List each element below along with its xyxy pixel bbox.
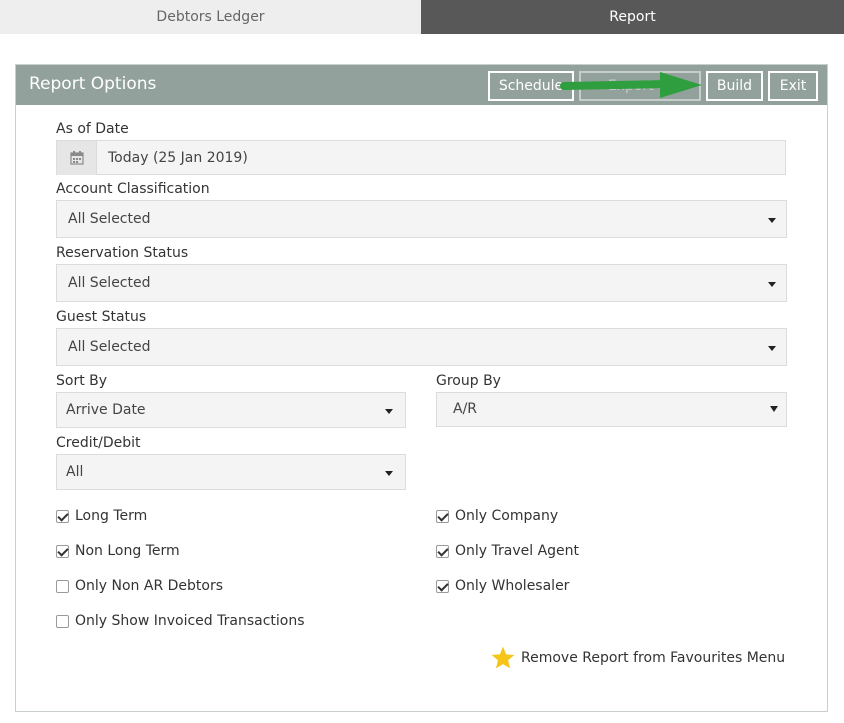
long-term-label: Long Term: [75, 508, 148, 524]
chevron-down-icon: [385, 471, 393, 476]
chevron-down-icon: [768, 218, 776, 223]
as-of-date-value: Today (25 Jan 2019): [108, 150, 248, 166]
sort-by-value: Arrive Date: [66, 402, 146, 418]
only-non-ar-debtors-label: Only Non AR Debtors: [75, 578, 224, 594]
only-show-invoiced-option[interactable]: Only Show Invoiced Transactions: [56, 611, 305, 631]
only-non-ar-debtors-checkbox[interactable]: [56, 579, 69, 593]
non-long-term-option[interactable]: Non Long Term: [56, 541, 180, 561]
only-travel-agent-option[interactable]: Only Travel Agent: [436, 541, 579, 561]
only-wholesaler-label: Only Wholesaler: [455, 578, 570, 594]
build-button[interactable]: Build: [706, 71, 763, 101]
credit-debit-select[interactable]: All: [56, 454, 406, 490]
remove-favourite-label: Remove Report from Favourites Menu: [521, 650, 786, 666]
panel-header: Report Options Schedule Export to Build …: [16, 65, 827, 105]
account-classification-value: All Selected: [68, 211, 151, 227]
guest-status-select[interactable]: All Selected: [56, 328, 787, 366]
only-travel-agent-checkbox[interactable]: [436, 544, 449, 558]
panel-title: Report Options: [29, 74, 157, 94]
group-by-value: A/R: [453, 401, 478, 417]
export-button[interactable]: Export to: [579, 71, 701, 101]
as-of-date-field[interactable]: Today (25 Jan 2019): [56, 140, 786, 175]
only-wholesaler-option[interactable]: Only Wholesaler: [436, 576, 569, 596]
only-travel-agent-label: Only Travel Agent: [455, 543, 580, 559]
sort-by-select[interactable]: Arrive Date: [56, 392, 406, 428]
non-long-term-label: Non Long Term: [75, 543, 180, 559]
as-of-date-label: As of Date: [56, 121, 129, 137]
guest-status-value: All Selected: [68, 339, 151, 355]
tab-bar: Debtors Ledger Report: [0, 0, 844, 34]
reservation-status-label: Reservation Status: [56, 245, 189, 261]
remove-favourite-link[interactable]: Remove Report from Favourites Menu: [490, 645, 785, 671]
calendar-icon[interactable]: [57, 141, 97, 175]
only-show-invoiced-checkbox[interactable]: [56, 614, 69, 628]
chevron-down-icon: [768, 346, 776, 351]
star-icon: [491, 646, 515, 669]
only-wholesaler-checkbox[interactable]: [436, 579, 449, 593]
tab-report[interactable]: Report: [421, 0, 844, 34]
credit-debit-value: All: [66, 464, 84, 480]
non-long-term-checkbox[interactable]: [56, 544, 69, 558]
account-classification-select[interactable]: All Selected: [56, 200, 787, 238]
only-non-ar-debtors-option[interactable]: Only Non AR Debtors: [56, 576, 223, 596]
long-term-checkbox[interactable]: [56, 509, 69, 523]
chevron-down-icon: [770, 406, 778, 412]
long-term-option[interactable]: Long Term: [56, 506, 147, 526]
group-by-label: Group By: [436, 373, 501, 389]
credit-debit-label: Credit/Debit: [56, 435, 141, 451]
only-company-label: Only Company: [455, 508, 559, 524]
guest-status-label: Guest Status: [56, 309, 147, 325]
only-company-option[interactable]: Only Company: [436, 506, 558, 526]
account-classification-label: Account Classification: [56, 181, 210, 197]
tab-debtors-ledger[interactable]: Debtors Ledger: [0, 0, 421, 34]
only-company-checkbox[interactable]: [436, 509, 449, 523]
only-show-invoiced-label: Only Show Invoiced Transactions: [75, 613, 305, 629]
reservation-status-select[interactable]: All Selected: [56, 264, 787, 302]
group-by-select[interactable]: A/R: [436, 392, 787, 427]
chevron-down-icon: [768, 282, 776, 287]
exit-button[interactable]: Exit: [768, 71, 818, 101]
chevron-down-icon: [385, 409, 393, 414]
schedule-button[interactable]: Schedule: [488, 71, 574, 101]
reservation-status-value: All Selected: [68, 275, 151, 291]
sort-by-label: Sort By: [56, 373, 108, 389]
